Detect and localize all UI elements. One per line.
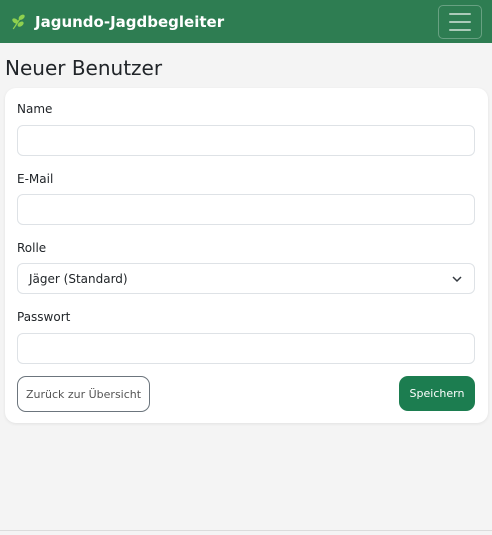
hamburger-icon	[449, 12, 471, 15]
back-to-overview-button[interactable]: Zurück zur Übersicht	[17, 376, 150, 412]
page-title: Neuer Benutzer	[5, 56, 163, 80]
chevron-down-icon	[452, 276, 462, 283]
role-select[interactable]: Jäger (Standard)	[17, 263, 475, 294]
save-button[interactable]: Speichern	[399, 376, 475, 411]
password-input[interactable]	[17, 333, 475, 364]
email-label: E-Mail	[17, 172, 54, 186]
user-form-card: Name E-Mail Rolle Jäger (Standard) Passw…	[5, 88, 488, 423]
leaf-icon	[12, 14, 25, 30]
divider	[0, 530, 492, 531]
role-label: Rolle	[17, 241, 47, 255]
name-input[interactable]	[17, 125, 475, 156]
password-label: Passwort	[17, 310, 71, 324]
brand-link[interactable]: Jagundo-Jagdbegleiter	[10, 13, 224, 31]
email-input[interactable]	[17, 194, 475, 225]
name-label: Name	[17, 102, 53, 116]
brand-text: Jagundo-Jagdbegleiter	[35, 12, 225, 31]
menu-toggle-button[interactable]	[438, 4, 482, 39]
navbar: Jagundo-Jagdbegleiter	[0, 0, 492, 43]
role-selected-value: Jäger (Standard)	[29, 271, 128, 286]
